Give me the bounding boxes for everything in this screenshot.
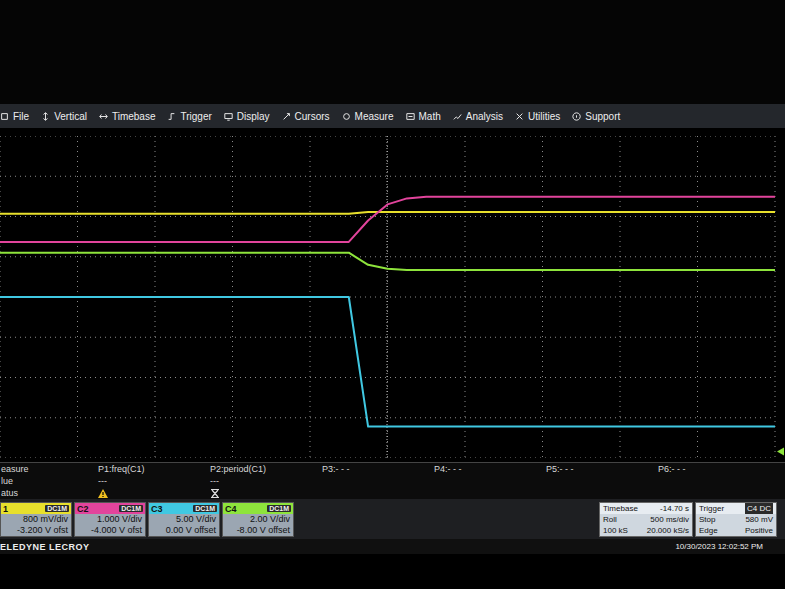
channel-descriptor[interactable]: 1DC1M800 mV/div-3.200 V ofst <box>0 502 72 537</box>
measure-param[interactable]: P1:freq(C1) <box>98 464 210 474</box>
menu-item[interactable]: Cursors <box>282 111 330 122</box>
channel-header: C3DC1M <box>149 503 219 514</box>
grid-line <box>0 216 775 217</box>
warning-icon <box>98 489 108 498</box>
row-label: lue <box>0 476 98 486</box>
invalid-icon <box>210 489 220 498</box>
menu-icon <box>282 112 291 121</box>
channel-header: C4DC1M <box>223 503 293 514</box>
row-label: atus <box>0 488 98 498</box>
measure-value: --- <box>98 476 210 486</box>
waveform-trace <box>0 197 775 242</box>
menu-item[interactable]: Utilities <box>515 111 560 122</box>
measure-value: --- <box>210 476 322 486</box>
measure-status <box>98 489 210 498</box>
channel-descriptor[interactable]: C2DC1M1.000 V/div-4.000 V ofst <box>74 502 146 537</box>
measure-value-row: lue------ <box>0 475 785 487</box>
oscilloscope-screen: File Vertical Timebase Trigger Display Cursor… <box>0 0 785 589</box>
waveform-grid[interactable] <box>0 136 785 458</box>
menu-icon <box>515 112 524 121</box>
waveform-trace <box>0 253 775 270</box>
menu-item[interactable]: Display <box>224 111 270 122</box>
channel-header: C2DC1M <box>75 503 145 514</box>
menu-icon <box>224 112 233 121</box>
channel-offset: 0.00 V offset <box>149 525 219 536</box>
timebase-row: Roll500 ms/div <box>600 514 692 525</box>
channel-offset: -4.000 V ofst <box>75 525 145 536</box>
measure-param[interactable]: P3:- - - <box>322 464 434 474</box>
measure-param[interactable]: P6:- - - <box>658 464 770 474</box>
timebase-descriptor[interactable]: Timebase-14.70 sRoll500 ms/div100 kS20.0… <box>599 502 693 537</box>
channel-header: 1DC1M <box>1 503 71 514</box>
menu-icon <box>99 112 108 121</box>
menu-icon <box>0 112 9 121</box>
brand-logo: ELEDYNE LECROY <box>0 542 90 552</box>
channel-scale: 5.00 V/div <box>149 514 219 525</box>
channel-scale: 2.00 V/div <box>223 514 293 525</box>
center-axis <box>387 136 388 458</box>
menu-item[interactable]: File <box>0 111 29 122</box>
trigger-row: EdgePositive <box>696 525 776 536</box>
channel-descriptor[interactable]: C3DC1M5.00 V/div0.00 V offset <box>148 502 220 537</box>
trigger-header: TriggerC4 DC <box>696 503 776 514</box>
screen-bezel <box>0 0 785 104</box>
trigger-descriptor[interactable]: TriggerC4 DCStop580 mVEdgePositive <box>695 502 777 537</box>
channel-scale: 800 mV/div <box>1 514 71 525</box>
waveform-trace <box>0 212 775 214</box>
menu-item[interactable]: Timebase <box>99 111 156 122</box>
measure-param[interactable]: P5:- - - <box>546 464 658 474</box>
channel-scale: 1.000 V/div <box>75 514 145 525</box>
measure-param[interactable]: P4:- - - <box>434 464 546 474</box>
channel-descriptor[interactable]: C4DC1M2.00 V/div-8.00 V offset <box>222 502 294 537</box>
measure-header-row: easureP1:freq(C1)P2:period(C1)P3:- - -P4… <box>0 463 785 475</box>
menu-bar: File Vertical Timebase Trigger Display Cursor… <box>0 104 785 128</box>
measure-status-row: atus <box>0 487 785 499</box>
menu-icon <box>342 112 351 121</box>
menu-item[interactable]: Support <box>572 111 620 122</box>
channel-offset: -8.00 V offset <box>223 525 293 536</box>
grid-line <box>697 136 698 458</box>
grid-line <box>542 136 543 458</box>
waveform-trace <box>0 297 775 427</box>
grid-line <box>387 136 388 458</box>
menu-item[interactable]: Measure <box>342 111 394 122</box>
grid-line <box>0 377 775 378</box>
measure-status <box>210 489 322 498</box>
timebase-header: Timebase-14.70 s <box>600 503 692 514</box>
measure-param[interactable]: P2:period(C1) <box>210 464 322 474</box>
channel-offset: -3.200 V ofst <box>1 525 71 536</box>
waveform-area <box>0 136 785 458</box>
menu-icon <box>406 112 415 121</box>
measure-table: easureP1:freq(C1)P2:period(C1)P3:- - -P4… <box>0 462 785 499</box>
row-label: easure <box>0 464 98 474</box>
menu-item[interactable]: Analysis <box>453 111 503 122</box>
menu-item[interactable]: Vertical <box>41 111 87 122</box>
footer-bar: ELEDYNE LECROY 10/30/2023 12:02:52 PM <box>0 539 785 554</box>
descriptor-bar: 1DC1M800 mV/div-3.200 V ofstC2DC1M1.000 … <box>0 499 785 539</box>
trigger-level-icon[interactable] <box>777 448 784 456</box>
menu-icon <box>572 112 581 121</box>
timestamp: 10/30/2023 12:02:52 PM <box>675 542 763 551</box>
menu-item[interactable]: Math <box>406 111 441 122</box>
trigger-row: Stop580 mV <box>696 514 776 525</box>
menu-icon <box>453 112 462 121</box>
timebase-row: 100 kS20.000 kS/s <box>600 525 692 536</box>
menu-item[interactable]: Trigger <box>167 111 211 122</box>
menu-icon <box>167 112 176 121</box>
menu-icon <box>41 112 50 121</box>
